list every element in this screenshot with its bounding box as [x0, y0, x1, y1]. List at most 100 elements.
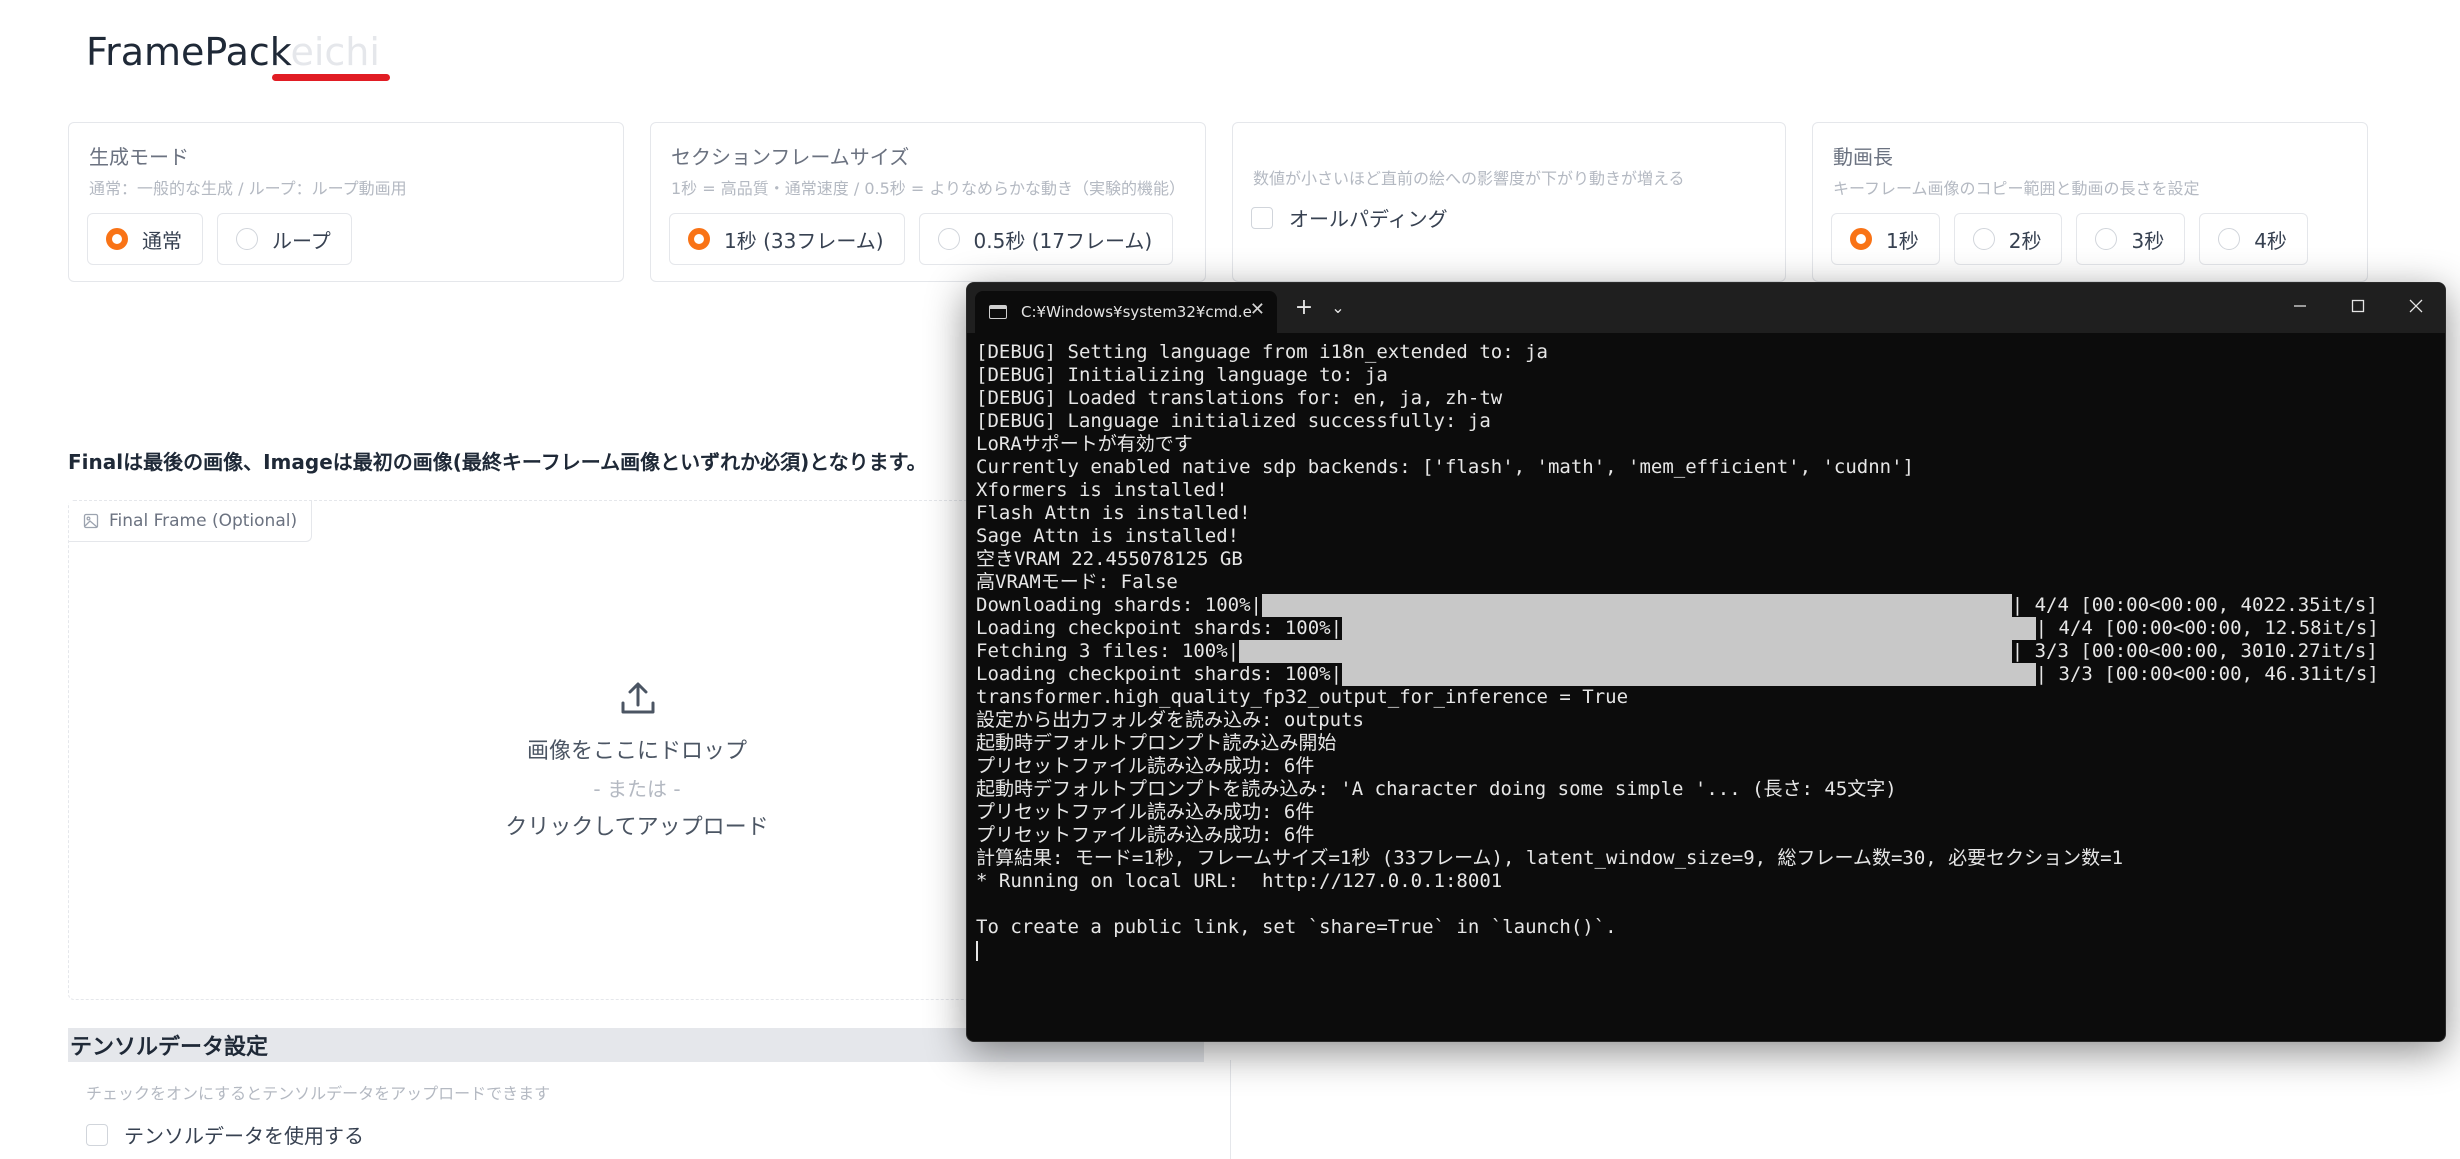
terminal-tab-title: C:¥Windows¥system32¥cmd.e [1021, 303, 1252, 321]
radio-length-3s[interactable]: 3秒 [2076, 213, 2186, 265]
generation-mode-options: 通常 ループ [87, 213, 352, 265]
new-tab-icon[interactable]: + [1287, 293, 1321, 323]
radio-checked-icon [1850, 228, 1872, 250]
radio-length-1s[interactable]: 1秒 [1831, 213, 1940, 265]
minimize-icon[interactable] [2271, 283, 2329, 329]
all-padding-checkbox-row[interactable]: オールパディング [1251, 203, 1448, 232]
terminal-line: [DEBUG] Initializing language to: ja [976, 364, 1388, 386]
terminal-cursor-line [976, 939, 2445, 962]
progress-suffix: | 4/4 [00:00<00:00, 12.58it/s] [2035, 617, 2379, 639]
terminal-line: [DEBUG] Loaded translations for: en, ja,… [976, 387, 1503, 409]
progress-prefix: Downloading shards: 100%| [976, 594, 1262, 616]
section-frame-size-options: 1秒 (33フレーム) 0.5秒 (17フレーム) [669, 213, 1174, 265]
all-padding-label: オールパディング [1289, 207, 1448, 231]
terminal-progress-line: Loading checkpoint shards: 100%| | 3/3 [0… [976, 663, 2445, 686]
radio-length-4s[interactable]: 4秒 [2199, 213, 2308, 265]
tab-close-icon[interactable]: ✕ [1250, 299, 1265, 320]
final-image-notice: Finalは最後の画像、Imageは最初の画像(最終キーフレーム画像といずれか必… [68, 450, 927, 474]
image-icon [83, 513, 99, 529]
radio-checked-icon [688, 228, 710, 250]
terminal-line: 起動時デフォルトプロンプトを読み込み: 'A character doing s… [976, 778, 1897, 800]
chevron-down-icon[interactable]: ⌄ [1321, 293, 1355, 323]
terminal-line: 設定から出力フォルダを読み込み: outputs [976, 709, 1364, 731]
terminal-line: * Running on local URL: http://127.0.0.1… [976, 870, 1503, 892]
final-frame-tab: Final Frame (Optional) [69, 501, 313, 542]
terminal-line: To create a public link, set `share=True… [976, 916, 1617, 938]
terminal-line: 空きVRAM 22.455078125 GB [976, 548, 1243, 570]
radio-length-2s[interactable]: 2秒 [1953, 213, 2063, 265]
terminal-window[interactable]: C:¥Windows¥system32¥cmd.e ✕ + ⌄ [DEBUG] … [966, 282, 2446, 1042]
terminal-line: [DEBUG] Language initialized successfull… [976, 410, 1491, 432]
terminal-line: プリセットファイル読み込み成功: 6件 [976, 755, 1315, 777]
progress-prefix: Loading checkpoint shards: 100%| [976, 617, 1343, 639]
cmd-icon [989, 305, 1007, 319]
radio-checked-icon [106, 228, 128, 250]
upload-icon [621, 682, 655, 714]
close-icon[interactable] [2387, 283, 2445, 329]
final-frame-tab-label: Final Frame (Optional) [109, 511, 298, 531]
video-length-label: 動画長 [1833, 145, 1893, 169]
progress-bar-fill [1239, 640, 2012, 663]
padding-desc: 数値が小さいほど直前の絵への影響度が下がり動きが増える [1253, 169, 1685, 188]
radio-label: 0.5秒 (17フレーム) [973, 228, 1153, 253]
terminal-line: LoRAサポートが有効です [976, 433, 1193, 455]
terminal-line: プリセットファイル読み込み成功: 6件 [976, 801, 1315, 823]
progress-bar-fill [1261, 594, 2012, 617]
progress-prefix: Fetching 3 files: 100%| [976, 640, 1240, 662]
radio-label: 2秒 [2008, 228, 2042, 253]
terminal-line: transformer.high_quality_fp32_output_for… [976, 686, 1629, 708]
section-frame-size-label: セクションフレームサイズ [671, 145, 910, 169]
terminal-progress-line: Fetching 3 files: 100%| | 3/3 [00:00<00:0… [976, 640, 2445, 663]
terminal-line: Sage Attn is installed! [976, 525, 1240, 547]
right-column-outline [1230, 1060, 1781, 1159]
maximize-icon[interactable] [2329, 283, 2387, 329]
generation-mode-label: 生成モード [89, 145, 189, 169]
video-length-desc: キーフレーム画像のコピー範囲と動画の長さを設定 [1833, 179, 2200, 198]
radio-mode-loop[interactable]: ループ [217, 213, 352, 265]
tensor-settings-desc: チェックをオンにするとテンソルデータをアップロードできます [86, 1084, 551, 1103]
radio-mode-normal[interactable]: 通常 [87, 213, 203, 265]
video-length-panel: 動画長 キーフレーム画像のコピー範囲と動画の長さを設定 1秒 2秒 3秒 4秒 [1812, 122, 2368, 282]
use-tensor-checkbox[interactable] [86, 1123, 108, 1146]
title-underline-mark [272, 74, 390, 81]
padding-panel: 数値が小さいほど直前の絵への影響度が下がり動きが増える オールパディング [1232, 122, 1786, 282]
progress-prefix: Loading checkpoint shards: 100%| [976, 663, 1343, 685]
terminal-line: プリセットファイル読み込み成功: 6件 [976, 824, 1315, 846]
radio-label: 通常 [142, 228, 182, 253]
radio-unchecked-icon [236, 228, 258, 250]
terminal-line: Xformers is installed! [976, 479, 1228, 501]
progress-suffix: | 3/3 [00:00<00:00, 46.31it/s] [2035, 663, 2379, 685]
generation-mode-panel: 生成モード 通常：一般的な生成 / ループ：ループ動画用 通常 ループ [68, 122, 624, 282]
use-tensor-label: テンソルデータを使用する [124, 1124, 364, 1148]
radio-unchecked-icon [2218, 228, 2241, 250]
radio-label: 1秒 (33フレーム) [724, 228, 884, 253]
terminal-line: 起動時デフォルトプロンプト読み込み開始 [976, 732, 1337, 754]
generation-mode-desc: 通常：一般的な生成 / ループ：ループ動画用 [89, 179, 407, 198]
terminal-line: 計算結果: モード=1秒, フレームサイズ=1秒 (33フレーム), laten… [976, 847, 2124, 869]
terminal-progress-line: Downloading shards: 100%| | 4/4 [00:00<00… [976, 594, 2445, 617]
video-length-options: 1秒 2秒 3秒 4秒 [1831, 213, 2308, 265]
radio-unchecked-icon [2095, 228, 2118, 250]
radio-label: 4秒 [2254, 228, 2287, 253]
radio-unchecked-icon [937, 228, 960, 250]
progress-suffix: | 4/4 [00:00<00:00, 4022.35it/s] [2011, 594, 2378, 616]
section-frame-size-desc: 1秒 = 高品質・通常速度 / 0.5秒 = よりなめらかな動き（実験的機能） [671, 179, 1186, 198]
radio-unchecked-icon [1972, 228, 1995, 250]
radio-frame-1s[interactable]: 1秒 (33フレーム) [669, 213, 905, 265]
app-title-main: FramePack [86, 30, 291, 74]
radio-label: 1秒 [1886, 228, 1919, 253]
section-frame-size-panel: セクションフレームサイズ 1秒 = 高品質・通常速度 / 0.5秒 = よりなめ… [650, 122, 1206, 282]
app-title: FramePackeichi [86, 30, 380, 74]
progress-suffix: | 3/3 [00:00<00:00, 3010.27it/s] [2011, 640, 2378, 662]
terminal-output[interactable]: [DEBUG] Setting language from i18n_exten… [976, 341, 2445, 1041]
progress-bar-fill [1342, 617, 2036, 640]
use-tensor-checkbox-row[interactable]: テンソルデータを使用する [86, 1120, 364, 1149]
terminal-titlebar: C:¥Windows¥system32¥cmd.e ✕ + ⌄ [967, 283, 2445, 333]
radio-frame-05s[interactable]: 0.5秒 (17フレーム) [918, 213, 1174, 265]
all-padding-checkbox[interactable] [1251, 206, 1273, 229]
terminal-line: [DEBUG] Setting language from i18n_exten… [976, 341, 1548, 363]
radio-label: ループ [272, 228, 331, 253]
terminal-tab[interactable]: C:¥Windows¥system32¥cmd.e ✕ [975, 291, 1277, 333]
progress-bar-fill [1342, 663, 2036, 686]
